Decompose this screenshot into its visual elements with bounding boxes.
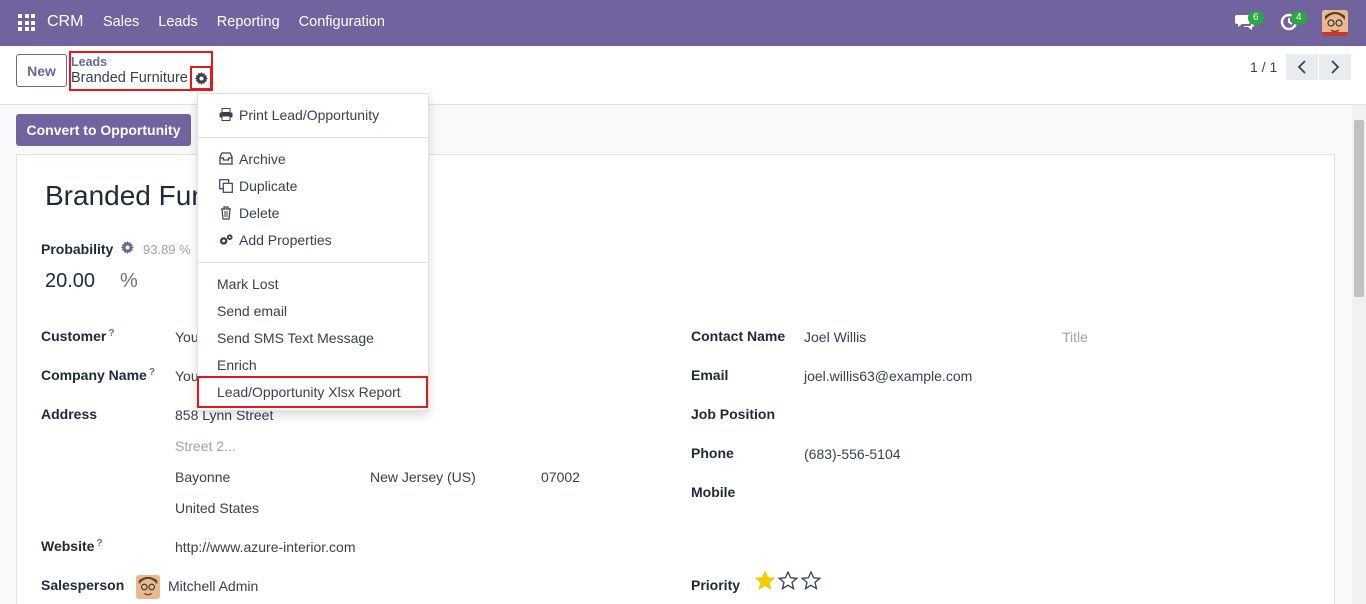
cogs-icon xyxy=(219,233,233,247)
menu-divider xyxy=(198,137,428,138)
page-scrollbar[interactable] xyxy=(1352,105,1366,604)
country-field[interactable]: United States xyxy=(175,500,259,516)
top-navbar: CRM Sales Leads Reporting Configuration … xyxy=(0,0,1366,46)
company-name-field[interactable]: You xyxy=(175,368,199,384)
mark-lost-menu-item[interactable]: Mark Lost xyxy=(198,270,428,297)
menu-leads[interactable]: Leads xyxy=(158,14,198,30)
duplicate-label: Duplicate xyxy=(239,177,298,194)
mark-lost-label: Mark Lost xyxy=(217,275,279,292)
new-button[interactable]: New xyxy=(16,54,67,87)
send-sms-label: Send SMS Text Message xyxy=(217,329,374,346)
customer-help-icon[interactable]: ? xyxy=(108,328,114,339)
salesperson-label: Salesperson xyxy=(41,577,125,593)
website-field[interactable]: http://www.azure-interior.com xyxy=(175,539,356,555)
breadcrumb-leads[interactable]: Leads xyxy=(71,55,107,69)
company-help-icon[interactable]: ? xyxy=(149,367,155,378)
duplicate-menu-item[interactable]: Duplicate xyxy=(198,172,428,199)
add-properties-label: Add Properties xyxy=(239,231,332,248)
trash-icon xyxy=(219,205,233,220)
print-lead-label: Print Lead/Opportunity xyxy=(239,106,380,123)
apps-menu-icon[interactable] xyxy=(18,14,35,31)
duplicate-icon xyxy=(219,178,233,193)
contact-name-field[interactable]: Joel Willis xyxy=(804,329,866,345)
print-lead-menu-item[interactable]: Print Lead/Opportunity xyxy=(198,101,428,128)
archive-menu-item[interactable]: Archive xyxy=(198,145,428,172)
gear-icon[interactable] xyxy=(190,66,212,90)
menu-reporting[interactable]: Reporting xyxy=(217,14,280,30)
lead-title[interactable]: Branded Fur xyxy=(45,180,201,212)
print-icon xyxy=(219,108,233,122)
company-name-label: Company Name? xyxy=(41,367,155,383)
star-empty-icon[interactable] xyxy=(801,571,821,590)
main-menu: Sales Leads Reporting Configuration xyxy=(103,14,404,30)
chevron-right-icon xyxy=(1331,60,1340,74)
pager-previous-button[interactable] xyxy=(1286,54,1318,80)
scrollbar-thumb[interactable] xyxy=(1354,120,1364,297)
send-sms-menu-item[interactable]: Send SMS Text Message xyxy=(198,324,428,351)
convert-to-opportunity-button[interactable]: Convert to Opportunity xyxy=(16,114,191,146)
pager-next-button[interactable] xyxy=(1319,54,1351,80)
activity-count-badge: 4 xyxy=(1291,11,1307,25)
title-field[interactable]: Title xyxy=(1062,329,1088,345)
probability-gear-icon[interactable] xyxy=(120,241,134,257)
archive-icon xyxy=(219,152,233,166)
pager-value[interactable]: 1 / 1 xyxy=(1250,59,1277,75)
messaging-icon[interactable]: 6 xyxy=(1235,11,1264,31)
website-label: Website? xyxy=(41,538,103,554)
probability-label: Probability xyxy=(41,241,114,257)
app-brand[interactable]: CRM xyxy=(47,13,83,31)
activity-icon[interactable]: 4 xyxy=(1280,11,1307,31)
city-field[interactable]: Bayonne xyxy=(175,469,230,485)
probability-input[interactable]: 20.00 xyxy=(45,270,95,293)
email-label: Email xyxy=(691,367,729,383)
chevron-left-icon xyxy=(1297,60,1306,74)
menu-sales[interactable]: Sales xyxy=(103,14,139,30)
phone-field[interactable]: (683)-556-5104 xyxy=(804,446,901,462)
zip-field[interactable]: 07002 xyxy=(541,469,580,485)
mobile-label: Mobile xyxy=(691,484,736,500)
address-label: Address xyxy=(41,406,98,422)
send-email-label: Send email xyxy=(217,302,288,319)
star-empty-icon[interactable] xyxy=(778,571,798,590)
delete-menu-item[interactable]: Delete xyxy=(198,199,428,226)
email-field[interactable]: joel.willis63@example.com xyxy=(804,368,972,384)
menu-divider xyxy=(198,262,428,263)
customer-label: Customer? xyxy=(41,328,115,344)
add-properties-menu-item[interactable]: Add Properties xyxy=(198,226,428,253)
probability-auto-value: 93.89 % xyxy=(143,242,191,257)
contact-name-label: Contact Name xyxy=(691,328,786,344)
xlsx-report-highlight xyxy=(197,376,428,408)
archive-label: Archive xyxy=(239,150,286,167)
breadcrumb-current: Branded Furniture xyxy=(71,70,188,86)
enrich-menu-item[interactable]: Enrich xyxy=(198,351,428,378)
priority-widget xyxy=(755,571,821,590)
street2-field[interactable]: Street 2... xyxy=(175,438,236,454)
send-email-menu-item[interactable]: Send email xyxy=(198,297,428,324)
job-position-label: Job Position xyxy=(691,406,775,422)
delete-label: Delete xyxy=(239,204,280,221)
salesperson-field[interactable]: Mitchell Admin xyxy=(168,578,258,594)
messaging-count-badge: 6 xyxy=(1248,11,1264,25)
probability-unit: % xyxy=(120,270,138,292)
star-filled-icon[interactable] xyxy=(755,571,775,590)
enrich-label: Enrich xyxy=(217,356,257,373)
menu-configuration[interactable]: Configuration xyxy=(299,14,385,30)
website-help-icon[interactable]: ? xyxy=(96,538,102,549)
customer-field[interactable]: You xyxy=(175,329,199,345)
user-avatar[interactable] xyxy=(1322,10,1348,36)
actions-dropdown-menu: Print Lead/Opportunity Archive Duplicate… xyxy=(197,93,429,411)
state-field[interactable]: New Jersey (US) xyxy=(370,469,476,485)
salesperson-avatar xyxy=(136,575,160,599)
phone-label: Phone xyxy=(691,445,734,461)
priority-label: Priority xyxy=(691,577,741,593)
